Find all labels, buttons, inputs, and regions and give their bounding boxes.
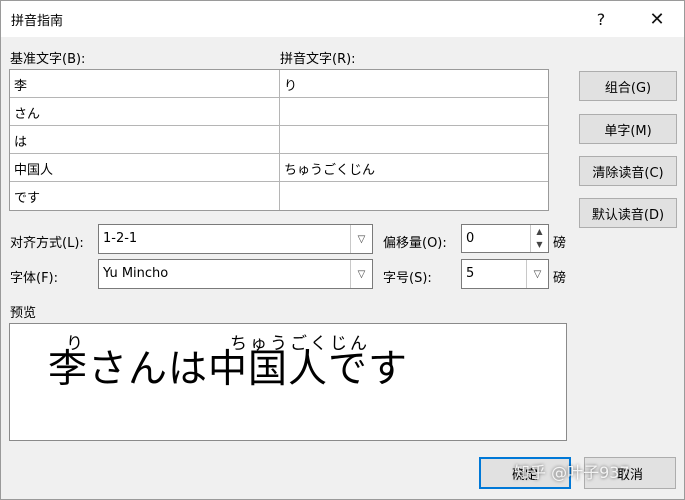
chevron-down-icon[interactable]: ▽ (350, 260, 372, 288)
base-text-label: 基准文字(B): (10, 52, 86, 67)
ruby-text-label: 拼音文字(R): (280, 52, 356, 67)
offset-value: 0 (466, 231, 475, 246)
clear-reading-button[interactable]: 清除读音(C) (579, 156, 677, 186)
alignment-label: 对齐方式(L): (10, 236, 84, 251)
ruby-text-field[interactable] (280, 98, 548, 126)
group-button[interactable]: 组合(G) (579, 71, 677, 101)
ruby-text-field[interactable]: ちゅうごくじん (280, 154, 548, 182)
spin-down-icon[interactable]: ▼ (531, 238, 548, 251)
watermark: 知乎 @叶子937 (514, 463, 630, 482)
spin-up-icon[interactable]: ▲ (531, 225, 548, 238)
title-bar: 拼音指南 ? ✕ (1, 1, 684, 37)
alignment-select[interactable]: 1-2-1 ▽ (98, 224, 373, 254)
grid-row: 中国人 ちゅうごくじん (10, 154, 548, 182)
alignment-value: 1-2-1 (103, 231, 138, 246)
grid-row: は (10, 126, 548, 154)
grid-row: 李 り (10, 70, 548, 98)
offset-label: 偏移量(O): (383, 236, 447, 251)
preview-text: 李さんは中国人です (48, 347, 409, 392)
default-reading-button[interactable]: 默认读音(D) (579, 198, 677, 228)
chevron-down-icon[interactable]: ▽ (350, 225, 372, 253)
grid-row: さん (10, 98, 548, 126)
help-button[interactable]: ? (581, 5, 621, 33)
dialog-title: 拼音指南 (11, 14, 64, 29)
size-value: 5 (466, 266, 475, 281)
offset-spinner[interactable]: 0 ▲ ▼ (461, 224, 549, 253)
ruby-text-field[interactable]: り (280, 70, 548, 98)
ruby-grid: 李 り さん は 中国人 ちゅうごくじん です (9, 69, 549, 211)
font-label: 字体(F): (10, 271, 59, 286)
base-text-field[interactable]: 李 (10, 70, 280, 98)
grid-row: です (10, 182, 548, 210)
base-text-field[interactable]: 中国人 (10, 154, 280, 182)
close-button[interactable]: ✕ (637, 5, 677, 33)
font-value: Yu Mincho (103, 266, 169, 281)
preview-pane: り ちゅうごくじん 李さんは中国人です (9, 323, 567, 441)
spinner-arrows: ▲ ▼ (530, 225, 548, 252)
mono-button[interactable]: 单字(M) (579, 114, 677, 144)
offset-unit: 磅 (553, 236, 567, 251)
base-text-field[interactable]: です (10, 182, 280, 210)
chevron-down-icon[interactable]: ▽ (526, 260, 548, 288)
font-select[interactable]: Yu Mincho ▽ (98, 259, 373, 289)
size-unit: 磅 (553, 271, 567, 286)
ruby-text-field[interactable] (280, 126, 548, 154)
size-label: 字号(S): (383, 271, 432, 286)
base-text-field[interactable]: さん (10, 98, 280, 126)
base-text-field[interactable]: は (10, 126, 280, 154)
size-select[interactable]: 5 ▽ (461, 259, 549, 289)
ruby-text-field[interactable] (280, 182, 548, 210)
phonetic-guide-dialog: 拼音指南 ? ✕ 基准文字(B): 拼音文字(R): 李 り さん は 中国人 … (0, 0, 685, 500)
preview-label: 预览 (10, 306, 37, 321)
